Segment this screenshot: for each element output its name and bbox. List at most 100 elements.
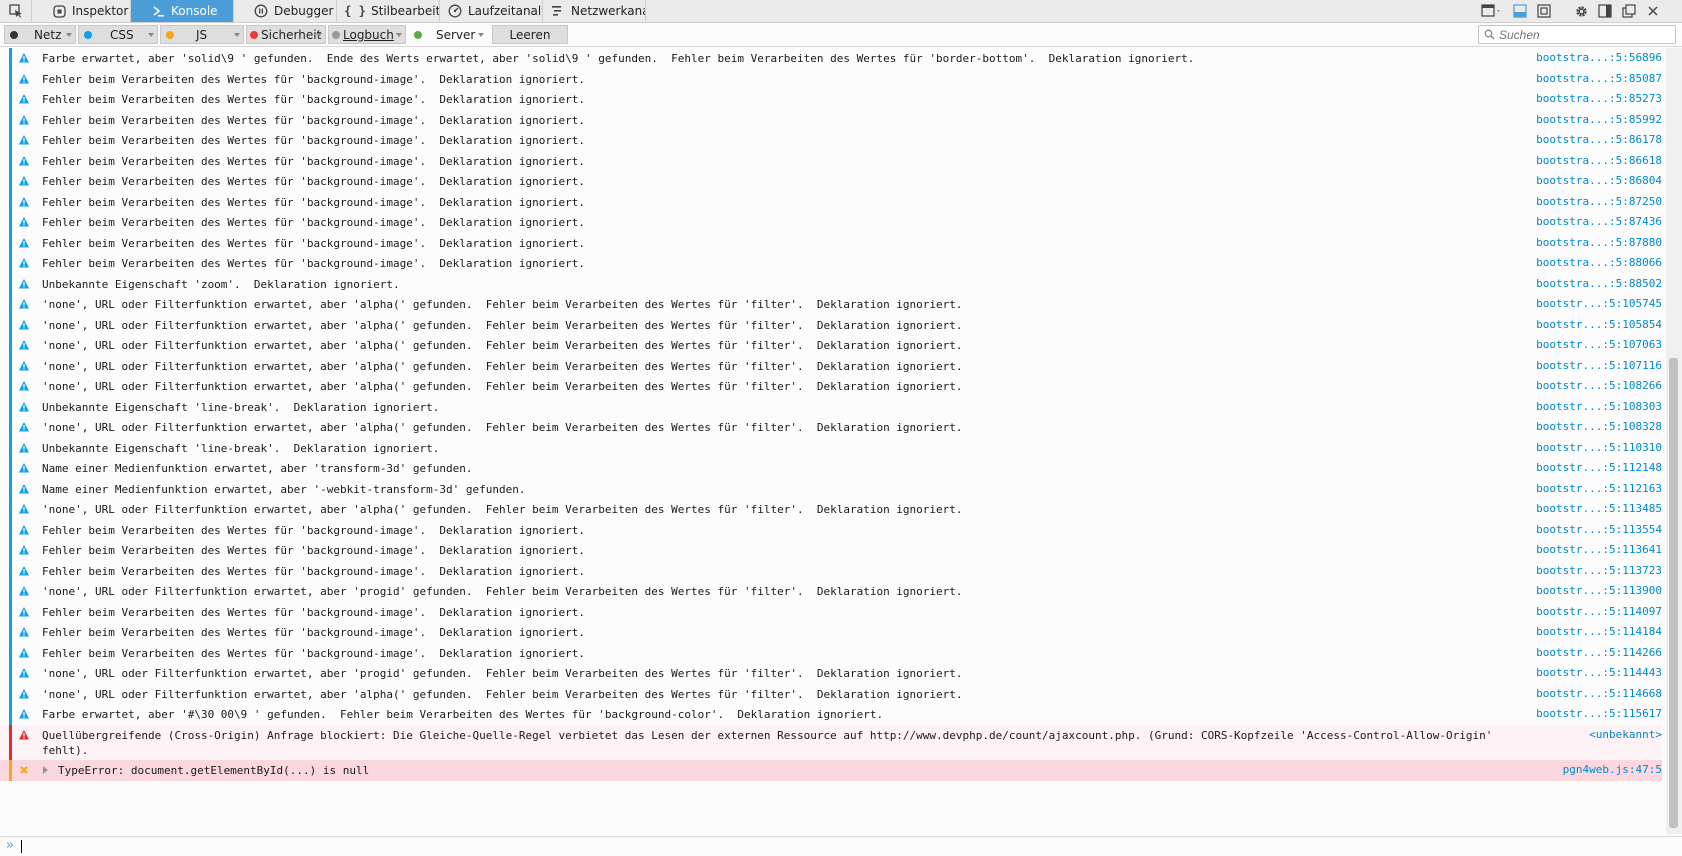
expand-twisty-icon[interactable] <box>43 765 48 774</box>
warning-triangle-icon <box>19 360 29 370</box>
console-message-warning: Fehler beim Verarbeiten des Wertes für '… <box>0 130 1662 151</box>
message-source-link[interactable]: bootstr...:5:114266 <box>1522 646 1662 659</box>
console-message-warning: Fehler beim Verarbeiten des Wertes für '… <box>0 601 1662 622</box>
message-source-link[interactable]: bootstr...:5:108303 <box>1522 400 1662 413</box>
message-source-link[interactable]: bootstra...:5:85273 <box>1522 92 1662 105</box>
tab-stilbearbeitung[interactable]: { } Stilbearbeitu... <box>337 0 440 22</box>
dock-side-button[interactable] <box>1596 2 1614 20</box>
filter-sicherheit[interactable]: Sicherheit <box>246 25 326 44</box>
undock-window-button[interactable] <box>1620 2 1638 20</box>
message-text: Quellübergreifende (Cross-Origin) Anfrag… <box>42 728 1499 757</box>
message-source-link[interactable]: bootstra...:5:86804 <box>1522 174 1662 187</box>
warning-triangle-icon <box>19 278 29 288</box>
warning-triangle-icon <box>19 463 29 473</box>
message-source-link[interactable]: bootstr...:5:114443 <box>1522 666 1662 679</box>
filter-css[interactable]: CSS <box>78 25 158 44</box>
style-editor-icon: { } <box>344 4 366 18</box>
category-stripe <box>9 683 12 704</box>
message-source-link[interactable]: bootstr...:5:108328 <box>1522 420 1662 433</box>
message-source-link[interactable]: bootstr...:5:112163 <box>1522 482 1662 495</box>
message-source-link[interactable]: bootstr...:5:113723 <box>1522 564 1662 577</box>
message-source-link[interactable]: bootstr...:5:113485 <box>1522 502 1662 515</box>
message-source-link[interactable]: bootstra...:5:87250 <box>1522 195 1662 208</box>
scrollbar-thumb[interactable] <box>1669 358 1678 828</box>
message-text: 'none', URL oder Filterfunktion erwartet… <box>42 667 963 680</box>
console-message-warning: Fehler beim Verarbeiten des Wertes für '… <box>0 560 1662 581</box>
message-source-link[interactable]: bootstr...:5:110310 <box>1522 441 1662 454</box>
message-source-link[interactable]: bootstra...:5:88066 <box>1522 256 1662 269</box>
chevron-down-icon <box>396 33 402 37</box>
tab-laufzeitanalyse[interactable]: Laufzeitanaly... <box>440 0 543 22</box>
warning-triangle-icon <box>19 729 29 739</box>
message-text: 'none', URL oder Filterfunktion erwartet… <box>42 687 963 701</box>
message-source-link[interactable]: bootstra...:5:85992 <box>1522 113 1662 126</box>
message-source-link[interactable]: bootstra...:5:87880 <box>1522 236 1662 249</box>
message-text: Farbe erwartet, aber '#\30 00\9 ' gefund… <box>42 708 884 721</box>
filter-server[interactable]: Server <box>408 25 488 44</box>
message-text: Fehler beim Verarbeiten des Wertes für '… <box>42 236 586 250</box>
tab-inspektor[interactable]: Inspektor <box>32 0 131 22</box>
category-stripe <box>9 294 12 315</box>
warning-triangle-icon <box>19 319 29 329</box>
filter-logbuch[interactable]: Logbuch <box>328 25 406 44</box>
console-message-warning: 'none', URL oder Filterfunktion erwartet… <box>0 355 1662 376</box>
tab-netzwerkanalyse[interactable]: Netzwerkana... <box>543 0 646 22</box>
message-source-link[interactable]: bootstra...:5:86178 <box>1522 133 1662 146</box>
message-source-link[interactable]: bootstr...:5:113900 <box>1522 584 1662 597</box>
message-source-link[interactable]: bootstr...:5:107063 <box>1522 338 1662 351</box>
responsive-design-button[interactable] <box>1535 2 1553 20</box>
message-text: Fehler beim Verarbeiten des Wertes für '… <box>42 175 586 188</box>
message-source-link[interactable]: bootstr...:5:114097 <box>1522 605 1662 618</box>
message-source-link[interactable]: bootstr...:5:113641 <box>1522 543 1662 556</box>
message-source-link[interactable]: bootstr...:5:114668 <box>1522 687 1662 700</box>
message-source-link[interactable]: <unbekannt> <box>1522 728 1662 741</box>
tab-konsole[interactable]: Konsole <box>131 0 234 22</box>
filter-netz[interactable]: Netz <box>4 25 76 44</box>
warning-triangle-icon <box>19 401 29 411</box>
search-icon <box>1484 29 1495 40</box>
console-input-line[interactable]: » <box>0 836 1682 856</box>
input-caret <box>21 840 22 853</box>
tab-debugger[interactable]: Debugger <box>234 0 337 22</box>
element-picker-button[interactable] <box>0 0 32 22</box>
message-source-link[interactable]: bootstr...:5:108266 <box>1522 379 1662 392</box>
category-stripe <box>9 581 12 602</box>
message-source-link[interactable]: bootstr...:5:115617 <box>1522 707 1662 720</box>
warning-triangle-icon <box>19 135 29 145</box>
console-message-error: Quellübergreifende (Cross-Origin) Anfrag… <box>0 724 1662 760</box>
toolbox-right-buttons <box>1476 0 1665 22</box>
message-text: TypeError: document.getElementById(...) … <box>58 763 370 777</box>
console-scrollbar[interactable] <box>1666 48 1682 834</box>
warning-triangle-icon <box>19 668 29 678</box>
gear-icon <box>1575 5 1587 17</box>
search-input[interactable] <box>1499 27 1669 42</box>
close-toolbox-button[interactable] <box>1644 2 1662 20</box>
message-source-link[interactable]: bootstr...:5:112148 <box>1522 461 1662 474</box>
settings-button[interactable] <box>1572 2 1590 20</box>
message-text: Name einer Medienfunktion erwartet, aber… <box>42 482 526 496</box>
message-source-link[interactable]: bootstra...:5:85087 <box>1522 72 1662 85</box>
category-stripe <box>9 355 12 376</box>
message-source-link[interactable]: bootstr...:5:114184 <box>1522 625 1662 638</box>
frame-select-button[interactable] <box>1479 2 1505 20</box>
message-source-link[interactable]: bootstra...:5:56896 <box>1522 51 1662 64</box>
message-text: Fehler beim Verarbeiten des Wertes für '… <box>42 544 586 557</box>
message-source-link[interactable]: bootstr...:5:105745 <box>1522 297 1662 310</box>
message-source-link[interactable]: bootstra...:5:88502 <box>1522 277 1662 290</box>
message-text: Fehler beim Verarbeiten des Wertes für '… <box>42 523 586 537</box>
warning-triangle-icon <box>19 155 29 165</box>
clear-console-button[interactable]: Leeren <box>492 25 568 44</box>
message-source-link[interactable]: bootstr...:5:105854 <box>1522 318 1662 331</box>
filter-js[interactable]: JS <box>160 25 244 44</box>
net-dot-icon <box>10 30 18 39</box>
message-source-link[interactable]: bootstra...:5:86618 <box>1522 154 1662 167</box>
message-source-link[interactable]: pgn4web.js:47:5 <box>1522 763 1662 776</box>
console-message-warning: 'none', URL oder Filterfunktion erwartet… <box>0 294 1662 315</box>
message-source-link[interactable]: bootstra...:5:87436 <box>1522 215 1662 228</box>
console-message-warning: 'none', URL oder Filterfunktion erwartet… <box>0 335 1662 356</box>
message-source-link[interactable]: bootstr...:5:107116 <box>1522 359 1662 372</box>
message-text: Farbe erwartet, aber 'solid\9 ' gefunden… <box>42 52 1195 65</box>
console-message-warning: Fehler beim Verarbeiten des Wertes für '… <box>0 642 1662 663</box>
message-source-link[interactable]: bootstr...:5:113554 <box>1522 523 1662 536</box>
split-console-button[interactable] <box>1511 2 1529 20</box>
